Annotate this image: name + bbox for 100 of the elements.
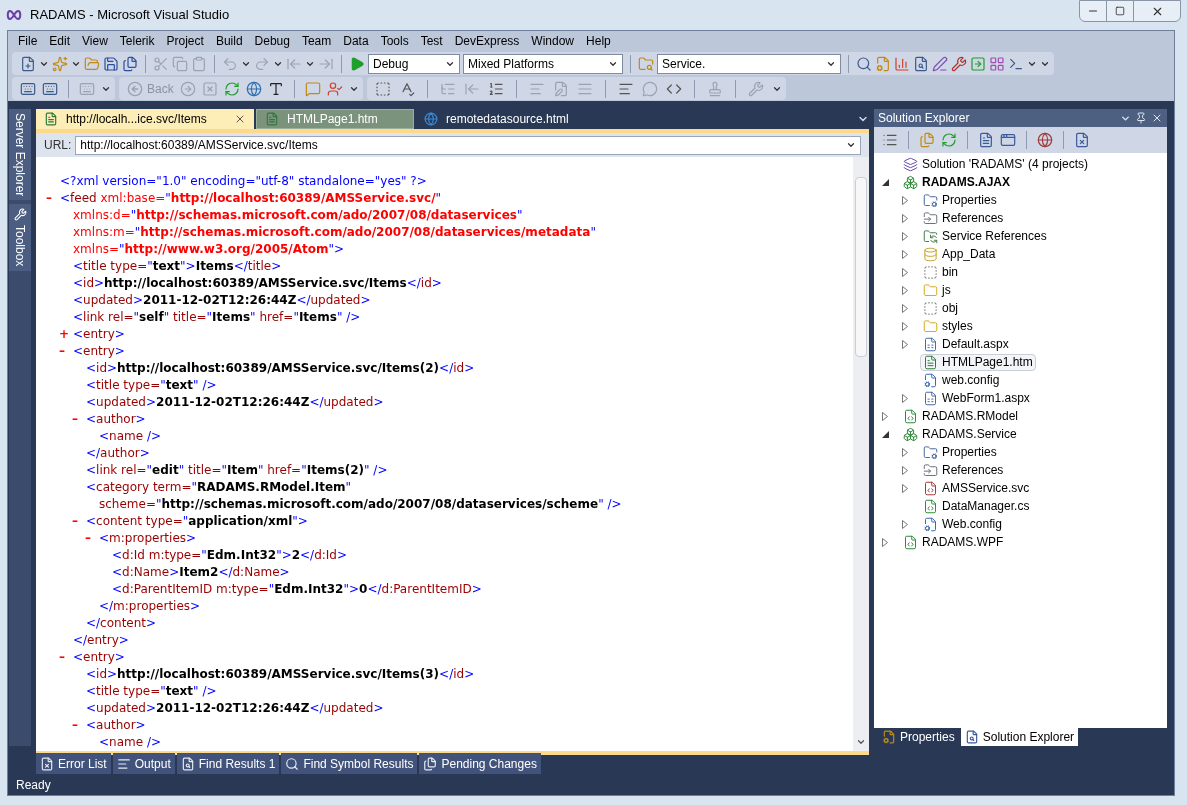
tree-item[interactable]: HTMLPage1.htm	[920, 353, 1036, 371]
tree-item[interactable]: App_Data	[920, 245, 999, 263]
keyboard-icon[interactable]	[42, 80, 58, 97]
collapse-arrow-icon[interactable]	[882, 430, 889, 438]
menu-item[interactable]: Tools	[374, 32, 415, 50]
refresh-icon[interactable]	[941, 132, 957, 148]
grid-icon[interactable]	[989, 55, 1005, 72]
close-icon[interactable]	[234, 113, 246, 125]
tree-item[interactable]: References	[920, 461, 1007, 479]
list-icon[interactable]	[882, 132, 898, 148]
expand-toggle[interactable]: +	[59, 326, 70, 343]
menu-item[interactable]: DevExpress	[448, 32, 526, 50]
tool-window-tab[interactable]: Pending Changes	[419, 753, 541, 774]
menu-item[interactable]: Debug	[248, 32, 296, 50]
menu-item[interactable]: View	[76, 32, 114, 50]
expand-arrow-icon[interactable]	[902, 483, 908, 493]
expand-arrow-icon[interactable]	[882, 411, 888, 421]
class-diagram-icon[interactable]	[1074, 132, 1090, 148]
expand-arrow-icon[interactable]	[902, 321, 908, 331]
expand-arrow-icon[interactable]	[902, 447, 908, 457]
tool-window-tab[interactable]: Error List	[36, 753, 111, 774]
document-tab[interactable]: remotedatasource.html	[416, 109, 577, 129]
expand-arrow-icon[interactable]	[902, 231, 908, 241]
find-file-icon[interactable]	[913, 55, 929, 72]
tree-item[interactable]: DataManager.cs	[920, 497, 1033, 515]
expand-arrow-icon[interactable]	[902, 195, 908, 205]
collapse-toggle[interactable]: –	[72, 411, 78, 428]
tool-window-tab[interactable]: Find Results 1	[176, 753, 280, 774]
expand-arrow-icon[interactable]	[902, 249, 908, 259]
chart-icon[interactable]	[894, 55, 910, 72]
tree-item[interactable]: RADAMS.Service	[900, 425, 1020, 443]
menu-item[interactable]: Team	[295, 32, 338, 50]
side-tab[interactable]: Toolbox	[9, 204, 31, 271]
expand-arrow-icon[interactable]	[902, 267, 908, 277]
expand-arrow-icon[interactable]	[902, 213, 908, 223]
tree-item[interactable]: Service References	[920, 227, 1050, 245]
tree-item[interactable]: RADAMS.AJAX	[900, 173, 1013, 191]
menu-item[interactable]: Telerik	[113, 32, 161, 50]
expand-arrow-icon[interactable]	[902, 285, 908, 295]
menu-item[interactable]: Window	[525, 32, 581, 50]
menu-item[interactable]: Build	[209, 32, 249, 50]
collapse-toggle[interactable]: –	[46, 190, 52, 207]
tree-item[interactable]: References	[920, 209, 1007, 227]
menu-item[interactable]: Data	[337, 32, 375, 50]
tree-item[interactable]: AMSService.svc	[920, 479, 1033, 497]
tool-window-tab[interactable]: Find Symbol Results	[281, 753, 418, 774]
tree-item[interactable]: web.config	[920, 371, 1003, 389]
scroll-down-icon[interactable]	[856, 737, 866, 747]
menu-item[interactable]: Test	[414, 32, 449, 50]
numbering-icon[interactable]	[487, 80, 504, 97]
tool-window-tab[interactable]: Output	[112, 753, 175, 774]
tree-item[interactable]: WebForm1.aspx	[920, 389, 1033, 407]
document-tab[interactable]: http://localh...ice.svc/Items	[36, 109, 254, 129]
search-icon[interactable]	[856, 55, 872, 72]
view-code-icon[interactable]	[978, 132, 994, 148]
collapse-arrow-icon[interactable]	[882, 178, 889, 186]
save-all-icon[interactable]	[122, 55, 138, 72]
user-icon[interactable]	[326, 80, 343, 97]
tree-item[interactable]: Default.aspx	[920, 335, 1012, 353]
tree-item[interactable]: Properties	[920, 191, 1000, 209]
keyboard-icon[interactable]	[20, 80, 36, 97]
select-icon[interactable]	[374, 80, 391, 97]
tree-item[interactable]: Web.config	[920, 515, 1005, 533]
expand-arrow-icon[interactable]	[902, 519, 908, 529]
tree-item[interactable]: bin	[920, 263, 961, 281]
panel-tab[interactable]: Properties	[878, 728, 959, 746]
tree-item[interactable]: Solution 'RADAMS' (4 projects)	[900, 155, 1091, 173]
expand-arrow-icon[interactable]	[882, 537, 888, 547]
collapse-toggle[interactable]: –	[85, 530, 91, 547]
collapse-toggle[interactable]: –	[72, 513, 78, 530]
collapse-toggle[interactable]: –	[59, 343, 65, 360]
url-field[interactable]: http://localhost:60389/AMSService.svc/Items	[75, 135, 861, 155]
configuration-dropdown[interactable]: Debug	[368, 53, 460, 74]
tree-item[interactable]: js	[920, 281, 954, 299]
scrollbar[interactable]	[853, 157, 869, 751]
pin-icon[interactable]	[1135, 112, 1147, 124]
close-icon[interactable]	[1151, 112, 1163, 124]
refresh-icon[interactable]	[223, 80, 240, 97]
pen-icon[interactable]	[932, 55, 948, 72]
play-icon[interactable]	[349, 55, 365, 72]
font-size-icon[interactable]	[267, 80, 284, 97]
expand-arrow-icon[interactable]	[902, 465, 908, 475]
menu-item[interactable]: Edit	[43, 32, 77, 50]
collapse-toggle[interactable]: –	[72, 717, 78, 734]
find-field[interactable]: Service.	[657, 53, 841, 74]
save-icon[interactable]	[103, 55, 119, 72]
tree-item[interactable]: obj	[920, 299, 961, 317]
view-designer-icon[interactable]	[1000, 132, 1016, 148]
wrench-icon[interactable]	[951, 55, 967, 72]
tree-item[interactable]: RADAMS.WPF	[900, 533, 1007, 551]
tree-item[interactable]: styles	[920, 317, 976, 335]
side-tab[interactable]: Server Explorer	[9, 109, 31, 201]
platform-dropdown[interactable]: Mixed Platforms	[463, 53, 623, 74]
expand-arrow-icon[interactable]	[902, 393, 908, 403]
tree-item[interactable]: Properties	[920, 443, 1000, 461]
globe-icon[interactable]	[245, 80, 262, 97]
expand-arrow-icon[interactable]	[902, 303, 908, 313]
collapse-toggle[interactable]: –	[59, 649, 65, 666]
globe-icon[interactable]	[1037, 132, 1053, 148]
menu-item[interactable]: File	[12, 32, 44, 50]
